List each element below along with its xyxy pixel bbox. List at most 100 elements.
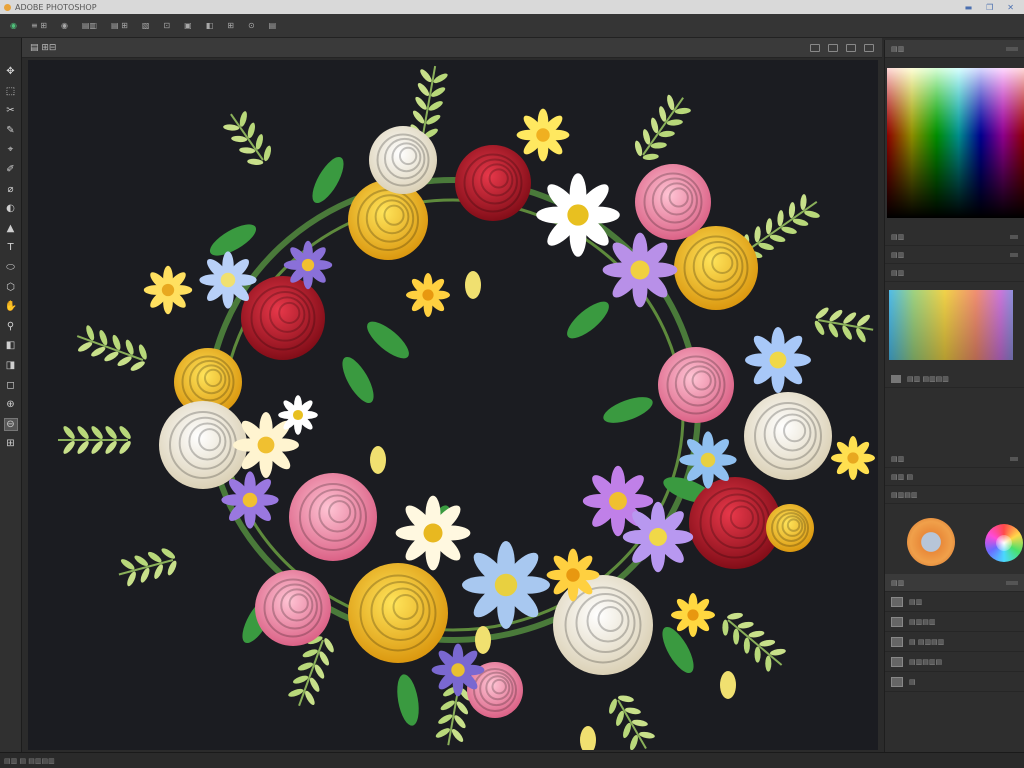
leaf — [412, 110, 425, 124]
menu-item-1[interactable]: ◉ — [57, 19, 72, 32]
color-panel-title: ▤▥ — [891, 44, 905, 53]
menu-item-0[interactable]: ≡ ⊞ — [27, 19, 51, 32]
tool-3-icon[interactable]: ✎ — [5, 125, 17, 136]
view-icon-4[interactable] — [864, 43, 874, 52]
leaf — [456, 701, 469, 715]
row-menu-icon[interactable] — [1010, 456, 1018, 461]
tool-16-icon[interactable]: ◻ — [5, 380, 17, 391]
menu-item-6[interactable]: ▣ — [180, 19, 196, 32]
title-bar: ADOBE PHOTOSHOP ▬ ❐ ✕ — [0, 0, 1024, 14]
daisy-flower — [431, 643, 485, 697]
layer-row[interactable]: ▤ — [885, 672, 1024, 692]
color-wheel-orange[interactable] — [907, 518, 955, 566]
panel-row[interactable]: ▤▥ ▤▥▤▥ — [885, 370, 1024, 388]
leaf — [119, 441, 131, 454]
leaf — [658, 130, 675, 138]
flower-bud — [475, 626, 491, 654]
color-wheel-spectrum[interactable] — [985, 524, 1023, 562]
panel-menu-icon[interactable] — [1006, 46, 1018, 51]
view-icon-3[interactable] — [846, 43, 856, 52]
layer-row[interactable]: ▤▥▤▥ — [885, 612, 1024, 632]
tool-9-icon[interactable]: T — [5, 242, 17, 253]
tool-13-icon[interactable]: ⚲ — [5, 321, 17, 332]
window-controls[interactable]: ▬ ❐ ✕ — [965, 3, 1024, 12]
menu-item-4[interactable]: ▧ — [138, 19, 154, 32]
panel-row[interactable]: ▤▥ — [885, 246, 1024, 264]
rose-flower — [744, 392, 832, 480]
maximize-icon[interactable]: ❐ — [986, 3, 993, 12]
menu-item-8[interactable]: ⊞ — [223, 19, 238, 32]
leaf — [616, 710, 624, 726]
daisy-flower — [283, 240, 333, 290]
flower-bud — [580, 726, 596, 750]
tool-1-icon[interactable]: ⬚ — [5, 86, 17, 97]
menu-item-home[interactable]: ◉ — [6, 19, 21, 32]
minimize-icon[interactable]: ▬ — [965, 3, 973, 12]
tool-5-icon[interactable]: ✐ — [5, 164, 17, 175]
layer-row[interactable]: ▤ ▤▥▤▥ — [885, 632, 1024, 652]
tool-11-icon[interactable]: ⬡ — [5, 282, 17, 293]
leaf — [324, 638, 334, 653]
panel-row[interactable]: ▤▥ — [885, 450, 1024, 468]
leaf — [105, 426, 117, 439]
leaf — [247, 158, 264, 166]
leaf — [91, 346, 106, 357]
leaf — [650, 142, 667, 149]
rose-flower — [674, 226, 758, 310]
document-canvas[interactable] — [28, 60, 878, 750]
tool-8-icon[interactable]: ▲ — [5, 223, 17, 234]
tool-4-icon[interactable]: ⌖ — [5, 144, 17, 155]
view-icon-2[interactable] — [828, 43, 838, 52]
gradient-swatch[interactable] — [889, 290, 1013, 360]
layer-thumbnail — [891, 596, 903, 607]
tool-15-icon[interactable]: ◨ — [5, 360, 17, 371]
menu-item-3[interactable]: ▤ ⊞ — [107, 19, 132, 32]
menu-item-5[interactable]: ⊡ — [159, 19, 174, 32]
leaf — [634, 140, 643, 157]
rose-flower — [766, 504, 814, 552]
leaf — [674, 107, 691, 115]
tool-10-icon[interactable]: ⬭ — [5, 262, 17, 273]
row-menu-icon[interactable] — [1010, 234, 1018, 239]
tool-19-icon[interactable]: ⊞ — [5, 438, 17, 449]
menu-item-7[interactable]: ◧ — [202, 19, 218, 32]
tool-7-icon[interactable]: ◐ — [5, 203, 17, 214]
close-icon[interactable]: ✕ — [1007, 3, 1014, 12]
menu-item-9[interactable]: ⊙ — [244, 19, 259, 32]
leaf — [134, 555, 149, 567]
document-tab[interactable]: ▤ ⊞⊟ — [30, 43, 56, 53]
menu-item-2[interactable]: ▤▥ — [78, 19, 101, 32]
swatches-header[interactable]: ▤▥ — [885, 264, 1024, 282]
view-icon-1[interactable] — [810, 43, 820, 52]
panel-row-label: ▤▥ ▤▥▤▥ — [907, 374, 949, 383]
leaf — [147, 551, 162, 563]
panel-row[interactable]: ▤▥ — [885, 228, 1024, 246]
leaf — [63, 426, 75, 439]
leaf — [367, 321, 409, 359]
tool-14-icon[interactable]: ◧ — [5, 340, 17, 351]
panel-row[interactable]: ▤▥▤▥ — [885, 486, 1024, 504]
panel-row[interactable]: ▤▥ ▤ — [885, 468, 1024, 486]
daisy-flower — [679, 431, 737, 489]
leaf — [770, 648, 786, 656]
tool-17-icon[interactable]: ⊕ — [5, 399, 17, 410]
leaf — [843, 312, 857, 324]
tool-0-icon[interactable]: ✥ — [5, 66, 17, 77]
daisy-flower — [395, 495, 471, 571]
tool-18-icon[interactable]: ⊖ — [3, 417, 18, 431]
tool-6-icon[interactable]: ⌀ — [5, 184, 17, 195]
leaf — [231, 135, 248, 143]
leaf — [77, 426, 89, 439]
leaf — [63, 441, 75, 454]
leaf — [769, 234, 786, 242]
leaf — [420, 69, 432, 83]
layer-row[interactable]: ▤▥▤▥▤ — [885, 652, 1024, 672]
tool-12-icon[interactable]: ✋ — [5, 301, 17, 312]
tool-2-icon[interactable]: ✂ — [5, 105, 17, 116]
layer-row[interactable]: ▤▥ — [885, 592, 1024, 612]
menu-item-10[interactable]: ▤ — [265, 19, 281, 32]
layers-menu-icon[interactable] — [1006, 580, 1018, 585]
color-spectrum-picker[interactable] — [887, 68, 1024, 218]
leaf — [223, 124, 240, 131]
row-menu-icon[interactable] — [1010, 252, 1018, 257]
